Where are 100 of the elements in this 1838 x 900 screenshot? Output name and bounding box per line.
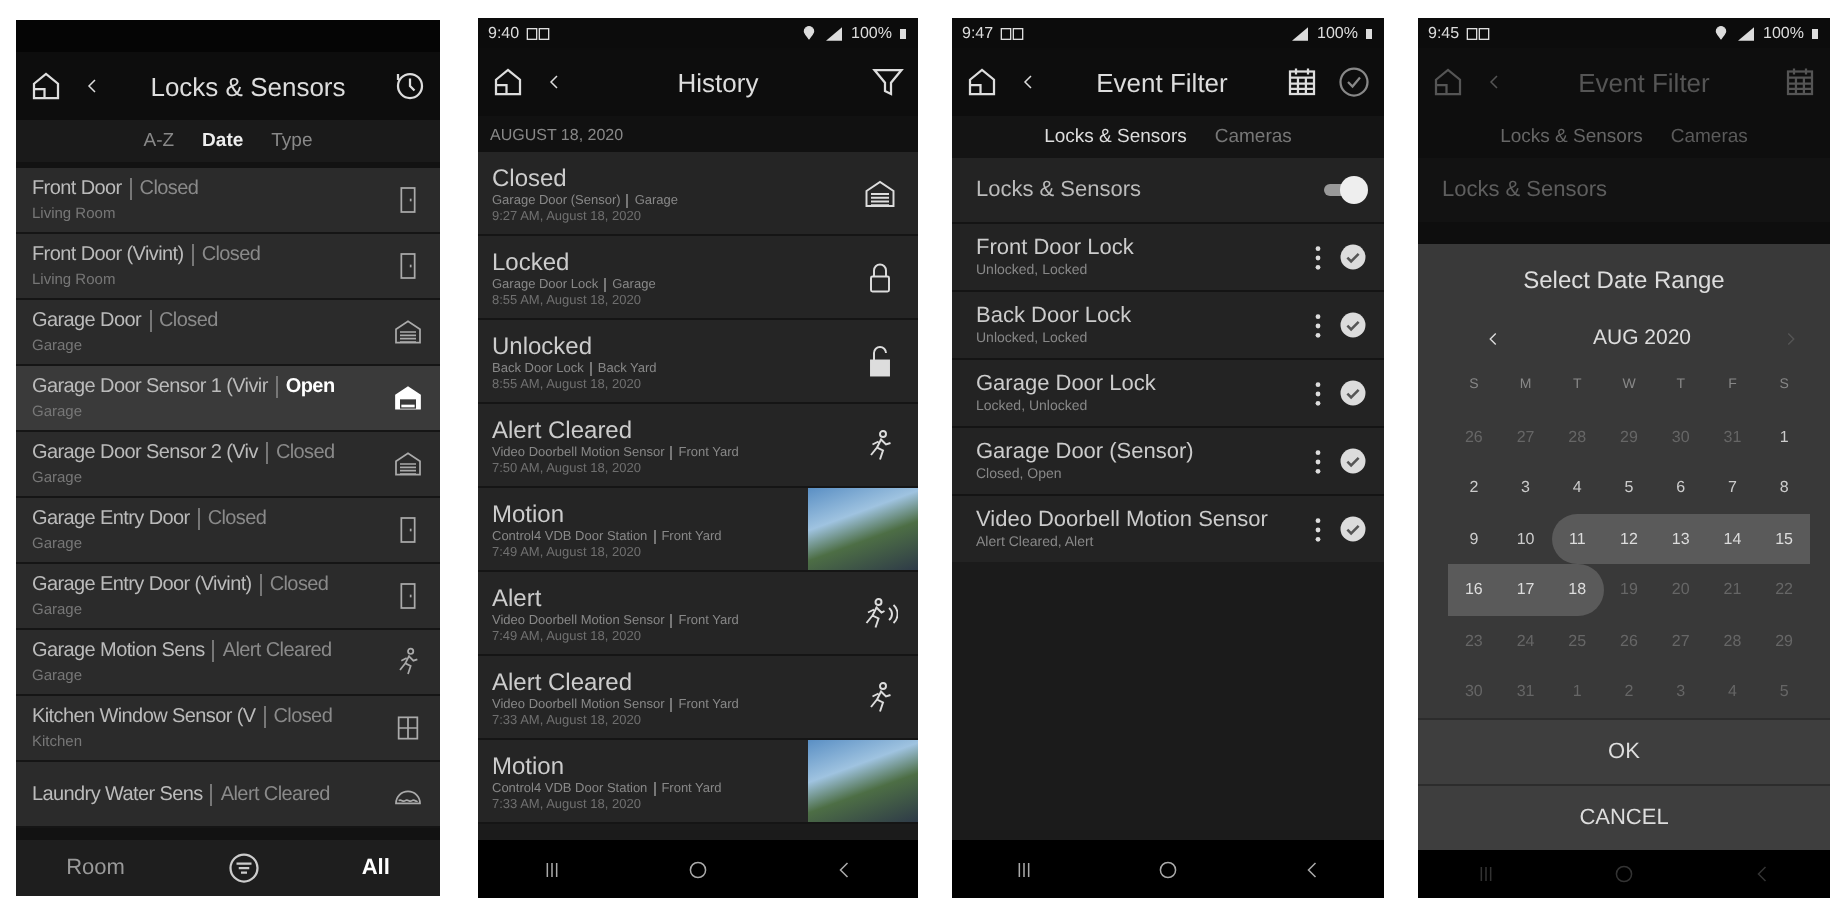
more-options-icon[interactable] <box>1314 445 1322 477</box>
garage-icon <box>862 175 898 211</box>
device-name: Garage Door <box>32 310 142 332</box>
device-name: Garage Door Sensor 2 (Viv <box>32 442 258 464</box>
device-name: Garage Entry Door (Vivint) <box>32 574 252 596</box>
status-time: 9:45 <box>1428 24 1460 42</box>
calendar-day[interactable]: 6 <box>1654 462 1707 513</box>
calendar-day[interactable]: 10 <box>1499 513 1552 564</box>
calendar-day[interactable]: 1 <box>1758 411 1810 462</box>
calendar-day[interactable]: 4 <box>1551 462 1604 513</box>
device-name: Garage Door (Sensor) <box>976 440 1196 464</box>
calendar-day[interactable]: 18 <box>1551 564 1604 615</box>
battery-icon <box>1364 25 1374 41</box>
calendar-day[interactable]: 17 <box>1499 564 1552 615</box>
category-tab[interactable]: Locks & Sensors <box>1500 126 1643 148</box>
signal-icon <box>1733 25 1758 41</box>
calendar-day[interactable]: 5 <box>1603 462 1655 513</box>
home-icon[interactable] <box>490 64 526 100</box>
more-options-icon[interactable] <box>1314 513 1322 545</box>
home-icon[interactable] <box>964 64 1000 100</box>
device-name: Front Door <box>32 178 122 200</box>
location-icon <box>801 26 816 40</box>
notification-icon <box>1465 25 1490 41</box>
room-filter-tab[interactable]: Room <box>66 856 125 880</box>
toggle-label: Locks & Sensors <box>1442 178 1608 202</box>
screen-title: Event Filter <box>1094 67 1230 97</box>
calendar-day[interactable]: 9 <box>1448 513 1500 564</box>
window-icon <box>392 712 424 744</box>
calendar-day[interactable]: 8 <box>1758 462 1810 513</box>
event-title: Unlocked <box>492 331 595 359</box>
screen-title: Locks & Sensors <box>148 71 348 101</box>
more-options-icon[interactable] <box>1314 309 1322 341</box>
photo-placeholder[interactable] <box>808 740 918 822</box>
more-options-icon[interactable] <box>1314 241 1322 273</box>
device-status: Alert Cleared <box>212 640 332 662</box>
device-name: Video Doorbell Motion Sensor <box>976 508 1270 532</box>
device-name: Laundry Water Sens <box>32 783 203 805</box>
confirm-icon[interactable] <box>1336 64 1372 100</box>
checkbox[interactable] <box>1338 378 1368 408</box>
walking-person-icon <box>862 595 898 631</box>
calendar-day[interactable]: 7 <box>1706 462 1759 513</box>
calendar-day[interactable]: 11 <box>1551 513 1604 564</box>
device-status: Closed <box>197 508 267 530</box>
event-title: Motion <box>492 751 567 779</box>
sort-tab[interactable]: A-Z <box>143 130 175 152</box>
category-tab[interactable]: Cameras <box>1214 126 1292 148</box>
filter-menu-icon[interactable] <box>225 850 262 886</box>
event-title: Alert Cleared <box>492 415 635 443</box>
filter-icon[interactable] <box>870 64 906 100</box>
screen-title: Event Filter <box>1576 67 1712 97</box>
checkbox[interactable] <box>1338 242 1368 272</box>
device-status: Closed <box>265 442 335 464</box>
category-tab[interactable]: Cameras <box>1670 126 1748 148</box>
toggle-label: Locks & Sensors <box>976 178 1142 202</box>
device-status: Closed <box>263 706 333 728</box>
category-tab[interactable]: Locks & Sensors <box>1044 126 1187 148</box>
device-name: Front Door Lock <box>976 236 1136 260</box>
device-status: Closed <box>259 574 329 596</box>
battery-percent: 100% <box>851 24 892 42</box>
device-name: Kitchen Window Sensor (V <box>32 706 256 728</box>
device-status: Open <box>275 376 335 398</box>
calendar-day[interactable]: 14 <box>1706 513 1759 564</box>
date-heading: AUGUST 18, 2020 <box>490 125 624 143</box>
checkbox[interactable] <box>1338 514 1368 544</box>
room-filter-tab[interactable]: All <box>361 856 390 880</box>
garage-icon <box>392 316 424 348</box>
calendar-day[interactable]: 3 <box>1499 462 1552 513</box>
device-row[interactable]: Laundry Water Sens Alert Cleared <box>16 762 440 828</box>
status-time: 9:47 <box>962 24 994 42</box>
sort-tab[interactable]: Type <box>271 130 313 152</box>
dialog-button[interactable]: CANCEL <box>1418 783 1830 850</box>
history-icon[interactable] <box>392 68 428 104</box>
location-icon <box>1713 26 1728 40</box>
dialog-button[interactable]: OK <box>1418 717 1830 784</box>
sort-tab[interactable]: Date <box>202 130 244 152</box>
checkbox[interactable] <box>1338 446 1368 476</box>
device-name: Garage Door Lock <box>976 372 1158 396</box>
checkbox[interactable] <box>1338 310 1368 340</box>
event-title: Locked <box>492 247 571 275</box>
battery-icon <box>1810 25 1820 41</box>
calendar-day[interactable]: 13 <box>1654 513 1707 564</box>
battery-icon <box>898 25 908 41</box>
calendar-day[interactable]: 2 <box>1448 462 1500 513</box>
device-name: Garage Door Sensor 1 (Vivir <box>32 376 268 398</box>
photo-placeholder[interactable] <box>808 488 918 570</box>
calendar-day[interactable]: 15 <box>1758 513 1810 564</box>
device-name: Garage Entry Door <box>32 508 190 530</box>
notification-icon <box>525 25 550 41</box>
signal-icon <box>821 25 846 41</box>
calendar-icon[interactable] <box>1284 64 1320 100</box>
device-name: Back Door Lock <box>976 304 1134 328</box>
device-name: Front Door (Vivint) <box>32 244 184 266</box>
event-title: Alert <box>492 583 544 611</box>
calendar-day[interactable]: 12 <box>1603 513 1655 564</box>
calendar-day[interactable]: 16 <box>1448 564 1500 615</box>
more-options-icon[interactable] <box>1314 377 1322 409</box>
event-title: Alert Cleared <box>492 667 635 695</box>
home-icon[interactable] <box>28 68 64 104</box>
device-status: Alert Cleared <box>210 783 330 805</box>
status-time: 9:40 <box>488 24 520 42</box>
